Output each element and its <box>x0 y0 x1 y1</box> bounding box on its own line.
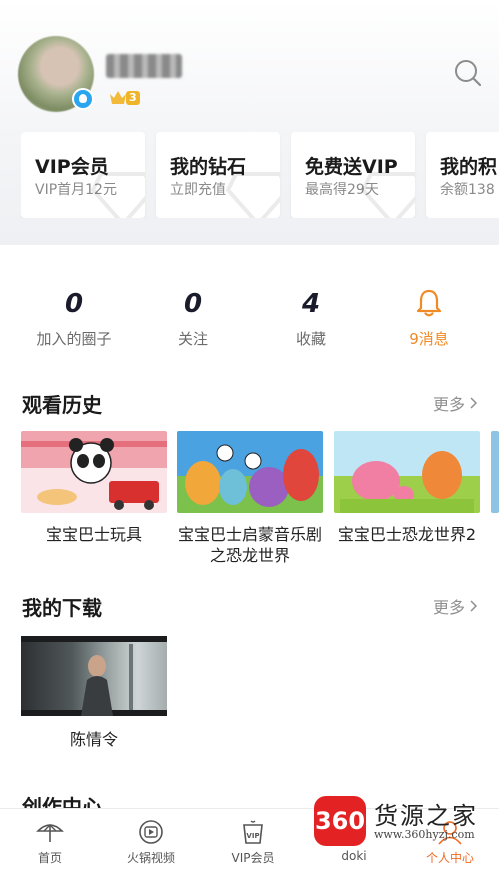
stat-label: 关注 <box>177 330 208 348</box>
diamond-watermark-icon <box>226 172 280 218</box>
history-thumbnail[interactable] <box>491 431 499 513</box>
watermark-site-name: 货源之家 <box>374 802 478 830</box>
dinosaur-world-artwork <box>340 451 474 513</box>
points-card[interactable]: 我的积 余额138 <box>426 132 499 218</box>
hotpot-video-icon <box>139 820 163 844</box>
tab-label: 个人中心 <box>425 851 474 865</box>
free-vip-card[interactable]: 免费送VIP 最高得29天 <box>291 132 415 218</box>
tab-label: 首页 <box>37 851 62 865</box>
search-icon[interactable] <box>453 58 483 88</box>
history-thumbnail[interactable] <box>334 431 480 513</box>
create-center-title: 创作中心 <box>22 795 102 808</box>
tab-vip[interactable]: VIP VIP会员 <box>205 809 301 869</box>
history-more-link[interactable]: 更多 <box>433 391 478 415</box>
watermark-url: www.360hyzj.com <box>374 828 475 841</box>
tab-home[interactable]: 首页 <box>2 809 98 869</box>
more-label: 更多 <box>433 395 466 414</box>
stat-value: 0 <box>64 289 84 319</box>
stat-favorites[interactable]: 4 收藏 <box>256 288 366 349</box>
dinosaur-music-artwork <box>185 444 319 507</box>
stat-value: 4 <box>301 289 321 319</box>
stat-value: 0 <box>183 289 203 319</box>
chevron-right-icon <box>470 397 478 409</box>
stat-label: 加入的圈子 <box>36 330 112 348</box>
chevron-right-icon <box>470 600 478 612</box>
vip-card[interactable]: VIP会员 VIP首月12元 <box>21 132 145 218</box>
bell-icon <box>416 289 442 317</box>
card-subtitle: 余额138 <box>440 182 495 198</box>
svg-text:VIP: VIP <box>246 832 259 840</box>
site-watermark: 360 货源之家 www.360hyzj.com <box>314 796 499 848</box>
profile-header: 3 VIP会员 VIP首月12元 我的钻石 立即充值 免费送VIP 最高得29天… <box>0 0 499 245</box>
stat-label: 9消息 <box>409 330 449 348</box>
history-item-title[interactable]: 宝宝巴士恐龙世界2 <box>331 524 483 545</box>
history-item-title[interactable]: 宝宝巴士玩具 <box>18 524 170 545</box>
tab-hotpot-video[interactable]: 火锅视频 <box>103 809 199 869</box>
more-label: 更多 <box>433 598 466 617</box>
history-thumbnail[interactable] <box>177 431 323 513</box>
crown-icon <box>110 91 126 104</box>
history-title: 观看历史 <box>22 393 102 417</box>
tab-label: 火锅视频 <box>126 851 175 865</box>
umbrella-icon <box>36 824 64 842</box>
vip-level-number: 3 <box>126 91 140 105</box>
stat-following[interactable]: 0 关注 <box>138 288 248 349</box>
tab-label: doki <box>341 849 367 863</box>
stat-joined-circles[interactable]: 0 加入的圈子 <box>19 288 129 349</box>
username-blurred[interactable] <box>106 54 182 78</box>
benefit-cards: VIP会员 VIP首月12元 我的钻石 立即充值 免费送VIP 最高得29天 我… <box>21 132 499 218</box>
history-thumbnail[interactable] <box>21 431 167 513</box>
diamond-watermark-icon <box>91 172 145 218</box>
download-thumbnail[interactable] <box>21 636 167 716</box>
downloads-title: 我的下载 <box>22 596 102 620</box>
downloads-more-link[interactable]: 更多 <box>433 594 478 618</box>
verified-badge-icon <box>72 88 94 110</box>
history-item-title[interactable]: 宝宝巴士启蒙音乐剧之恐龙世界 <box>174 524 326 566</box>
drama-still-image <box>21 636 167 716</box>
vip-cup-icon: VIP <box>243 820 263 844</box>
card-subtitle: 立即充值 <box>170 182 226 198</box>
vip-level-badge[interactable]: 3 <box>108 88 140 108</box>
watermark-logo-360: 360 <box>314 796 366 846</box>
tab-label: VIP会员 <box>231 851 275 865</box>
download-item-title[interactable]: 陈情令 <box>21 726 167 750</box>
card-title: 我的积 <box>440 156 498 178</box>
diamond-card[interactable]: 我的钻石 立即充值 <box>156 132 280 218</box>
stat-messages[interactable]: 9消息 <box>374 288 484 349</box>
stat-label: 收藏 <box>295 330 326 348</box>
panda-toys-artwork <box>21 438 167 510</box>
diamond-watermark-icon <box>361 172 415 218</box>
